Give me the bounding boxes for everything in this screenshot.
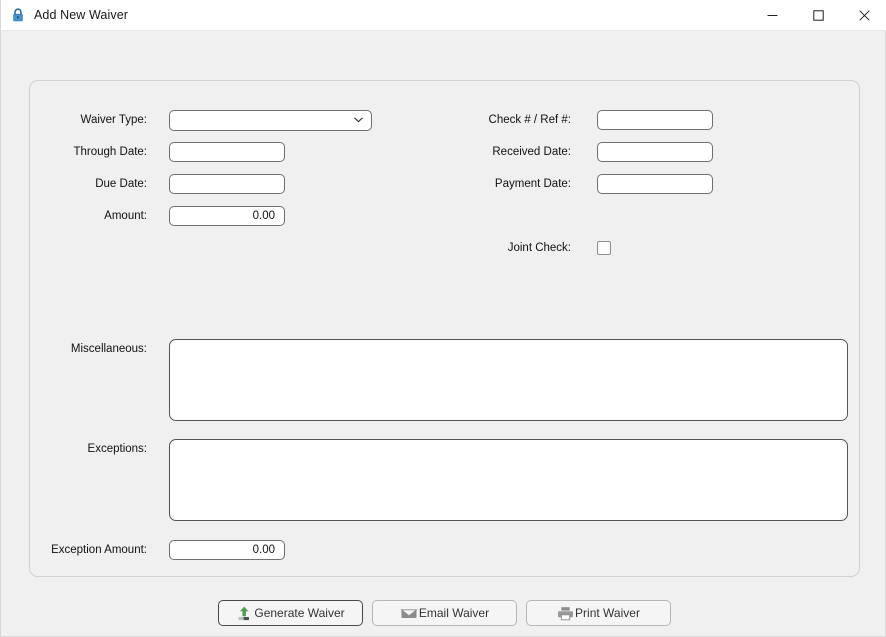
joint-check-checkbox[interactable] [597, 241, 611, 255]
amount-input[interactable] [169, 206, 285, 226]
due-date-input[interactable] [169, 174, 285, 194]
received-date-input[interactable] [597, 142, 713, 162]
payment-date-label: Payment Date: [494, 178, 571, 190]
received-date-label: Received Date: [492, 146, 571, 158]
through-date-label: Through Date: [73, 146, 147, 158]
title-bar: Add New Waiver [1, 0, 886, 31]
email-waiver-label: Email Waiver [418, 606, 490, 620]
check-ref-input[interactable] [597, 110, 713, 130]
email-waiver-button[interactable]: Email Waiver [372, 600, 517, 626]
waiver-type-label: Waiver Type: [80, 114, 147, 126]
close-button[interactable] [841, 0, 886, 31]
payment-date-input[interactable] [597, 174, 713, 194]
lock-icon [10, 7, 26, 23]
joint-check-label: Joint Check: [507, 242, 571, 254]
maximize-button[interactable] [795, 0, 841, 31]
window-controls [749, 0, 886, 31]
exception-amount-label: Exception Amount: [51, 544, 147, 556]
exception-amount-input[interactable] [169, 540, 285, 560]
window-title: Add New Waiver [34, 8, 129, 22]
miscellaneous-label: Miscellaneous: [70, 343, 147, 355]
generate-waiver-button[interactable]: Generate Waiver [218, 600, 363, 626]
print-waiver-button[interactable]: Print Waiver [526, 600, 671, 626]
miscellaneous-textarea[interactable] [169, 339, 848, 421]
print-waiver-label: Print Waiver [575, 606, 640, 620]
printer-icon [557, 605, 574, 622]
envelope-icon [400, 605, 418, 622]
amount-label: Amount: [104, 210, 147, 222]
generate-waiver-label: Generate Waiver [254, 606, 345, 620]
exceptions-textarea[interactable] [169, 439, 848, 521]
waiver-type-select[interactable] [169, 110, 372, 131]
check-ref-label: Check # / Ref #: [488, 114, 571, 126]
minimize-button[interactable] [749, 0, 795, 31]
chevron-down-icon [353, 112, 364, 130]
through-date-input[interactable] [169, 142, 285, 162]
exceptions-label: Exceptions: [87, 443, 147, 455]
upload-arrow-icon [236, 605, 253, 622]
due-date-label: Due Date: [95, 178, 147, 190]
